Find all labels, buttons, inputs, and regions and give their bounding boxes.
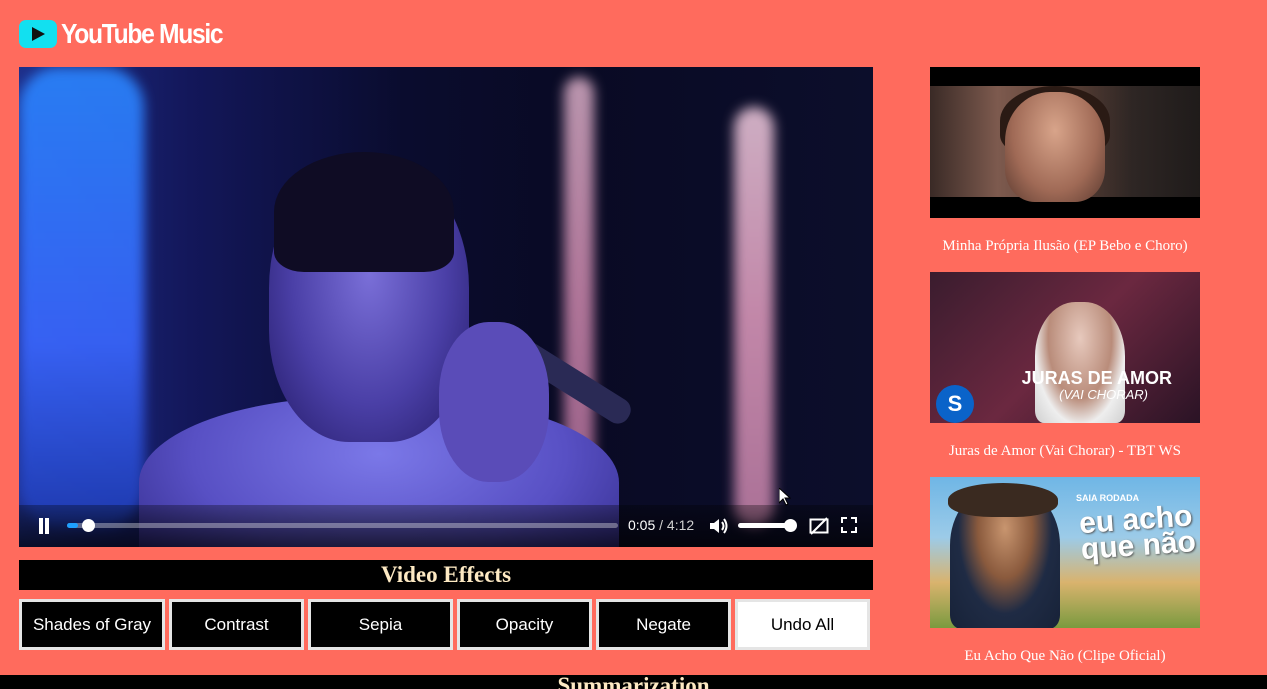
playlist-item-title[interactable]: Eu Acho Que Não (Clipe Oficial) [920,648,1210,665]
video-thumbnail[interactable] [930,67,1200,218]
video-player[interactable]: 0:05 / 4:12 [19,67,873,547]
volume-slider-handle[interactable] [784,519,797,532]
thumbnail-caption: JURAS DE AMOR [1021,368,1172,388]
undo-all-button[interactable]: Undo All [735,599,870,650]
captions-off-icon[interactable] [809,517,829,535]
seek-bar[interactable] [67,519,618,532]
video-thumbnail[interactable]: SAIA RODADA eu acho que não [930,477,1200,628]
summarization-heading-bar: Summarization [0,675,1267,689]
mouse-cursor-icon [778,486,792,511]
video-thumbnail[interactable]: JURAS DE AMOR (VAI CHORAR) S [930,272,1200,423]
contrast-button[interactable]: Contrast [169,599,304,650]
playlist-item[interactable]: JURAS DE AMOR (VAI CHORAR) S [930,272,1200,423]
sepia-button[interactable]: Sepia [308,599,453,650]
playlist-item[interactable]: SAIA RODADA eu acho que não [930,477,1200,628]
logo-text: YouTube Music [61,18,224,49]
fullscreen-icon[interactable] [841,517,857,533]
time-separator: / [659,517,664,533]
player-controls: 0:05 / 4:12 [19,505,873,547]
opacity-button[interactable]: Opacity [457,599,592,650]
volume-slider[interactable] [738,519,797,532]
youtube-music-logo[interactable]: YouTube Music [19,18,244,50]
time-display: 0:05 / 4:12 [628,517,694,533]
seek-bar-handle[interactable] [82,519,96,532]
play-logo-icon [19,20,57,48]
video-effects-toolbar: Shades of Gray Contrast Sepia Opacity Ne… [19,599,873,651]
pause-icon[interactable] [37,518,51,534]
playlist-item-title[interactable]: Minha Própria Ilusão (EP Bebo e Choro) [920,238,1210,255]
playlist-item-title[interactable]: Juras de Amor (Vai Chorar) - TBT WS [920,443,1210,460]
current-time: 0:05 [628,517,656,533]
video-frame [19,67,873,547]
volume-icon[interactable] [709,517,729,535]
summarization-heading: Summarization [557,675,710,689]
playlist-item[interactable] [930,67,1200,218]
shades-of-gray-button[interactable]: Shades of Gray [19,599,165,650]
negate-button[interactable]: Negate [596,599,731,650]
thumbnail-brand: SAIA RODADA [1076,493,1140,503]
video-effects-heading: Video Effects [19,560,873,590]
channel-badge-icon: S [936,385,974,423]
thumbnail-subcaption: (VAI CHORAR) [1059,387,1148,402]
thumbnail-caption: eu acho que não [1078,499,1197,567]
seek-bar-fill [67,523,79,528]
duration: 4:12 [666,517,695,533]
